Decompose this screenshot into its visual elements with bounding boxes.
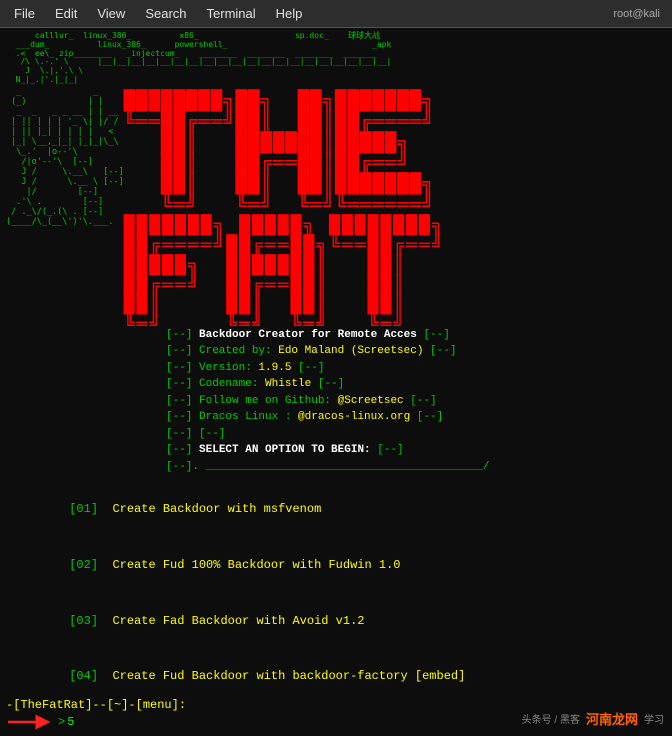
window-title: root@kali — [613, 8, 668, 20]
prompt-arrow-char: > — [58, 715, 65, 729]
info-line-4: [--] Codename: Whistle [--] — [166, 378, 344, 390]
menu-item-01: [01] Create Backdoor with msfvenom — [26, 481, 666, 537]
arrow-prompt-icon — [6, 714, 54, 730]
menu-item-02: [02] Create Fud 100% Backdoor with Fudwi… — [26, 537, 666, 593]
info-line-5: [--] Follow me on Github: @Screetsec [--… — [166, 395, 437, 407]
info-line-9: [--]. __________________________________… — [166, 461, 489, 473]
info-line-1: [--] Backdoor Creator for Remote Acces [… — [166, 329, 450, 341]
menubar: File Edit View Search Terminal Help root… — [0, 0, 672, 28]
menu-item-03: [03] Create Fad Backdoor with Avoid v1.2 — [26, 593, 666, 649]
watermark: 头条号 / 黑客 河南龙网 学习 — [522, 709, 664, 728]
info-line-7: [--] [--] — [166, 428, 225, 440]
watermark-sub: 学习 — [644, 711, 664, 726]
ascii-left-art: _ _ (_) | | _ _ _ _ __ | | __ | || | | |… — [6, 87, 124, 335]
menu-view[interactable]: View — [87, 4, 135, 23]
menu-file[interactable]: File — [4, 4, 45, 23]
ascii-center-banner: ████████╗██╗ ██╗███████╗ ╚══██╔══╝██║ ██… — [124, 87, 666, 335]
terminal-area: calllur_ linux_386_ x86_ sp.doc_ 球球大战 __… — [0, 28, 672, 736]
watermark-brand: 河南龙网 — [586, 709, 638, 728]
info-line-3: [--] Version: 1.9.5 [--] — [166, 362, 324, 374]
info-line-6: [--] Dracos Linux : @dracos-linux.org [-… — [166, 411, 443, 423]
menu-edit[interactable]: Edit — [45, 4, 87, 23]
menu-search[interactable]: Search — [135, 4, 196, 23]
info-line-2: [--] Created by: Edo Maland (Screetsec) … — [166, 345, 456, 357]
watermark-qq: 头条号 / 黑客 — [522, 711, 580, 726]
info-line-8: [--] SELECT AN OPTION TO BEGIN: [--] — [166, 444, 404, 456]
info-section: [--] Backdoor Creator for Remote Acces [… — [166, 327, 666, 476]
prompt-input-field[interactable] — [67, 715, 97, 729]
banner-container: _ _ (_) | | _ _ _ _ __ | | __ | || | | |… — [6, 87, 666, 335]
menu-terminal[interactable]: Terminal — [197, 4, 266, 23]
ascii-art-top: calllur_ linux_386_ x86_ sp.doc_ 球球大战 __… — [6, 32, 666, 85]
menu-help[interactable]: Help — [266, 4, 313, 23]
